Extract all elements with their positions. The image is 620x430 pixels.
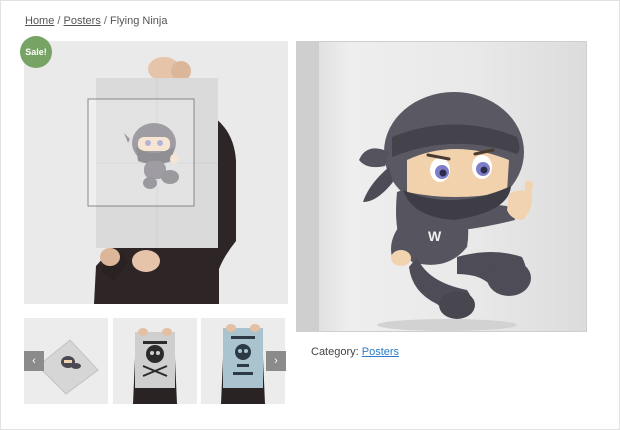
person-holding-poster-image	[24, 41, 288, 304]
thumbnail-skull-poster	[113, 318, 197, 404]
ninja-w-letter: W	[428, 228, 442, 244]
product-category: Category: Posters	[311, 346, 399, 358]
category-label: Category:	[311, 346, 359, 358]
ninja-illustration: W	[297, 42, 533, 331]
breadcrumb: Home / Posters / Flying Ninja	[25, 15, 167, 27]
thumbnail-2[interactable]	[113, 318, 197, 404]
chevron-right-icon[interactable]: ›	[266, 351, 286, 371]
main-product-image[interactable]	[24, 41, 288, 304]
thumbnail-strip: ‹ ›	[24, 318, 286, 404]
breadcrumb-current: Flying Ninja	[110, 15, 168, 27]
category-link[interactable]: Posters	[362, 346, 399, 358]
sale-badge: Sale!	[20, 36, 52, 68]
chevron-left-icon[interactable]: ‹	[24, 351, 44, 371]
breadcrumb-separator: /	[103, 15, 107, 27]
breadcrumb-category-link[interactable]: Posters	[64, 15, 101, 27]
breadcrumb-separator: /	[57, 15, 61, 27]
zoom-preview-pane: W	[296, 41, 587, 332]
breadcrumb-home-link[interactable]: Home	[25, 15, 54, 27]
